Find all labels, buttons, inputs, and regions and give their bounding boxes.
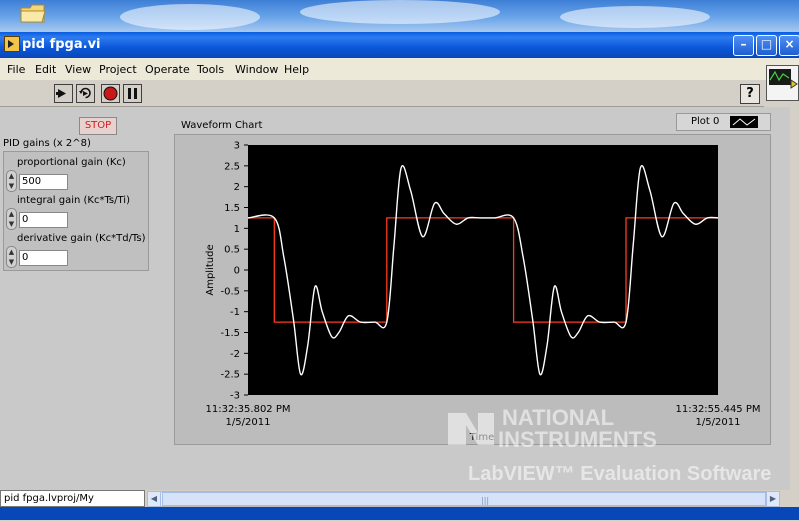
- y-tick-label: 3: [234, 141, 240, 152]
- y-tick-label: -1.5: [220, 328, 240, 339]
- horizontal-scrollbar[interactable]: |||: [147, 491, 780, 507]
- y-tick-label: 0: [234, 266, 240, 277]
- y-tick-label: 2: [234, 182, 240, 193]
- y-tick-label: 2.5: [224, 161, 240, 172]
- y-tick-label: 1: [234, 224, 240, 235]
- window-bottom-edge: [0, 507, 799, 520]
- ni-brand-line2: INSTRUMENTS: [498, 427, 657, 452]
- y-tick-label: -3: [230, 391, 240, 402]
- x-start-date-label: 1/5/2011: [226, 417, 271, 428]
- ni-product-line: LabVIEW™ Evaluation Software: [468, 463, 771, 485]
- y-tick-label: -1: [230, 307, 240, 318]
- y-tick-label: -0.5: [220, 286, 240, 297]
- scroll-left-button[interactable]: ◀: [147, 491, 161, 507]
- ni-watermark: NATIONAL INSTRUMENTS LabVIEW™ Evaluation…: [448, 405, 771, 485]
- ni-eagle-logo-icon: [448, 413, 494, 445]
- project-path-field: pid fpga.lvproj/My Computer: [0, 490, 145, 519]
- y-tick-label: -2: [230, 349, 240, 360]
- y-axis-label: Amplitude: [205, 244, 216, 295]
- y-tick-label: 1.5: [224, 203, 240, 214]
- x-start-time-label: 11:32:35.802 PM: [205, 404, 290, 415]
- scroll-right-button[interactable]: ▶: [766, 491, 780, 507]
- y-tick-label: -2.5: [220, 370, 240, 381]
- y-tick-label: 0.5: [224, 245, 240, 256]
- scrollbar-thumb[interactable]: |||: [162, 492, 766, 506]
